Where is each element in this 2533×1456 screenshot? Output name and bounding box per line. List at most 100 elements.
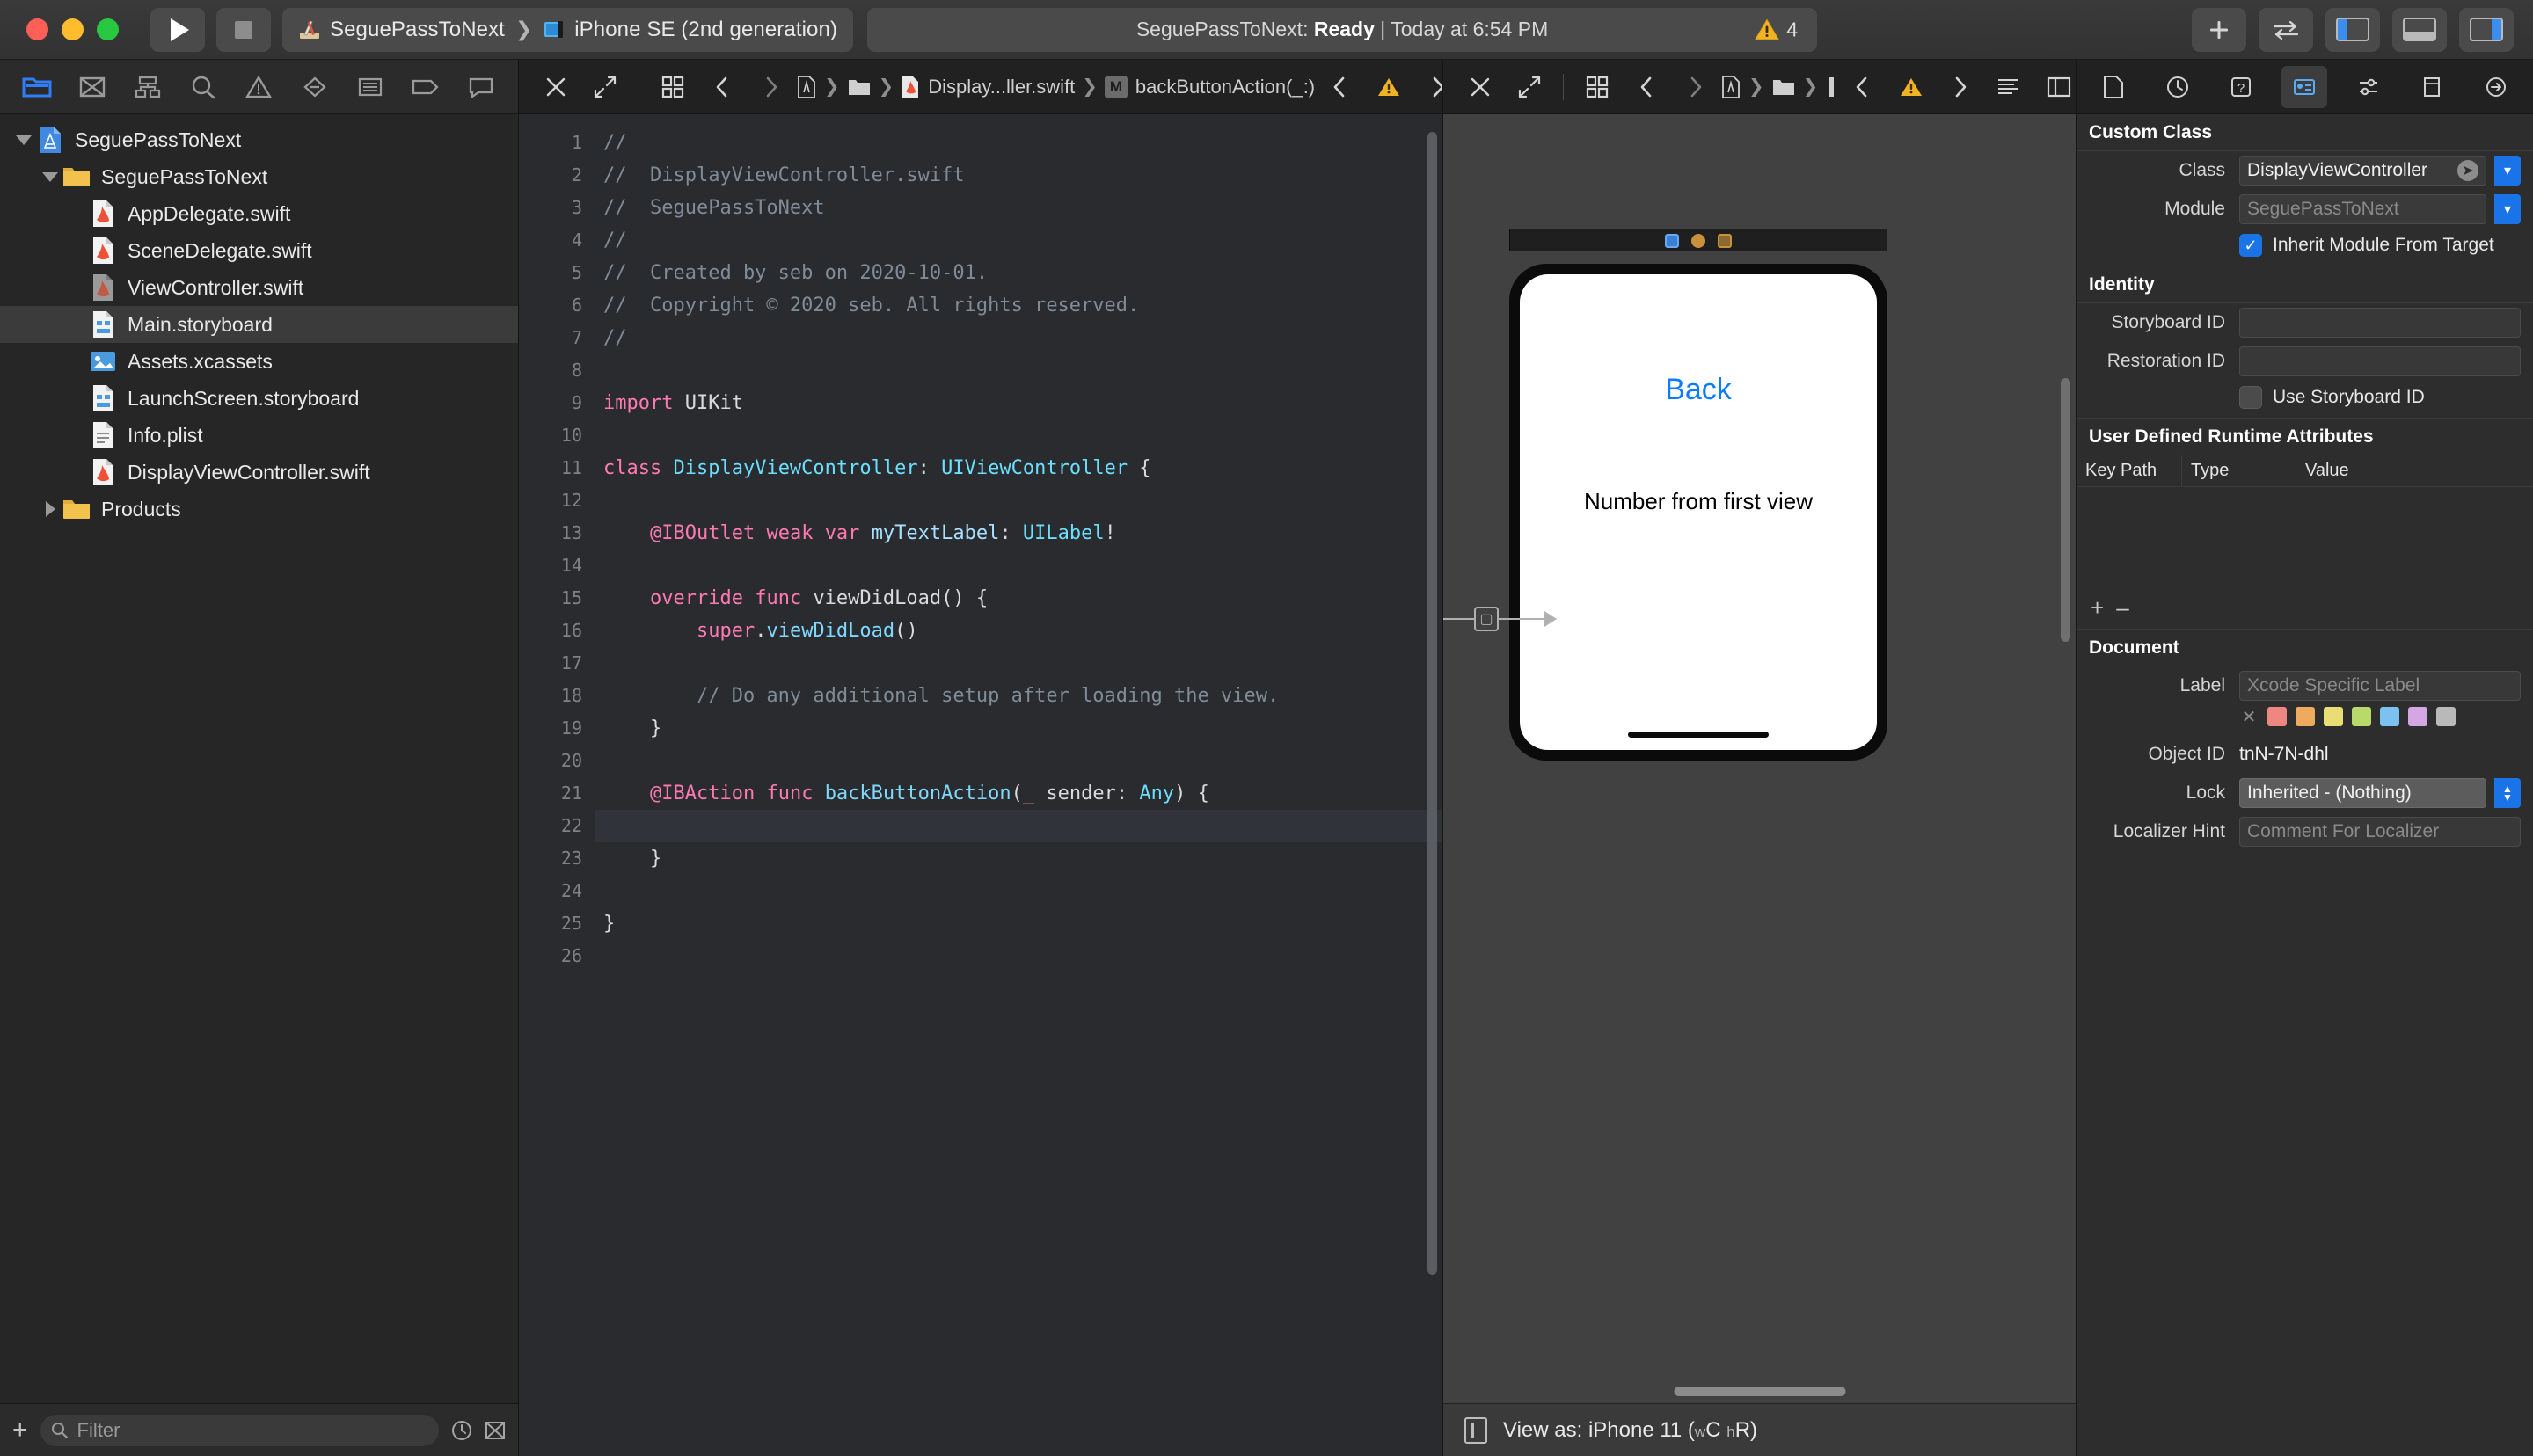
code-line[interactable]: super.viewDidLoad() (595, 615, 1442, 647)
tab-connections-inspector[interactable] (2473, 66, 2519, 108)
localizer-hint-input[interactable]: Comment For Localizer (2239, 817, 2521, 847)
view-as-icon[interactable] (1464, 1416, 1487, 1444)
ib-previous-issue-button[interactable] (1837, 60, 1887, 113)
issue-indicator[interactable] (1364, 60, 1413, 113)
project-navigator-tab[interactable] (9, 60, 64, 114)
line-number[interactable]: 18 (519, 680, 582, 712)
test-navigator-tab[interactable] (287, 60, 342, 114)
line-number[interactable]: 9 (519, 387, 582, 419)
toggle-debug-area-button[interactable] (2392, 7, 2447, 52)
add-file-button[interactable]: + (12, 1416, 28, 1444)
segue-connection[interactable]: ▢ (1443, 607, 1557, 631)
my-text-label[interactable]: Number from first view (1520, 488, 1877, 515)
expand-editor-button[interactable] (580, 60, 630, 113)
symbol-navigator-tab[interactable] (120, 60, 175, 114)
tab-identity-inspector[interactable] (2281, 65, 2328, 108)
storyboard-id-input[interactable] (2239, 308, 2521, 338)
storyboard-canvas[interactable]: Back Number from first view ▢ (1443, 114, 2076, 1403)
ib-breadcrumb-storyboard[interactable] (1825, 76, 1837, 98)
class-dropdown-button[interactable]: ▾ (2494, 156, 2521, 186)
view-as-label[interactable]: View as: iPhone 11 (wC hR) (1503, 1418, 1757, 1443)
code-line[interactable]: // Created by seb on 2020-10-01. (595, 257, 1442, 289)
code-line[interactable] (595, 875, 1442, 907)
ib-forward-button[interactable] (1671, 60, 1720, 113)
navigator-row-10[interactable]: Products (0, 491, 518, 528)
code-line[interactable]: } (595, 907, 1442, 940)
navigator-row-7[interactable]: LaunchScreen.storyboard (0, 380, 518, 417)
close-editor-button[interactable] (531, 60, 580, 113)
report-navigator-tab[interactable] (454, 60, 509, 114)
navigator-row-1[interactable]: SeguePassToNext (0, 158, 518, 195)
lock-stepper-button[interactable]: ▲ ▼ (2494, 778, 2521, 808)
disclosure-triangle-icon[interactable] (39, 171, 62, 182)
line-number[interactable]: 5 (519, 257, 582, 289)
editor-scrollbar-thumb[interactable] (1427, 132, 1437, 1275)
ib-document-outline-button[interactable] (1985, 60, 2034, 113)
code-line[interactable] (595, 354, 1442, 387)
line-number[interactable]: 25 (519, 907, 582, 940)
code-line[interactable] (595, 550, 1442, 582)
clear-color-icon[interactable]: ✕ (2239, 707, 2259, 727)
line-number[interactable]: 17 (519, 647, 582, 680)
line-number[interactable]: 7 (519, 322, 582, 354)
toggle-navigator-button[interactable] (2325, 7, 2380, 52)
ib-issue-indicator[interactable] (1887, 60, 1936, 113)
navigator-row-5[interactable]: Main.storyboard (0, 306, 518, 343)
code-line[interactable] (595, 940, 1442, 972)
swatch-red[interactable] (2267, 707, 2287, 726)
line-number[interactable]: 6 (519, 289, 582, 322)
code-line[interactable]: // (595, 127, 1442, 159)
breadcrumb-project[interactable] (796, 75, 817, 99)
swatch-gray[interactable] (2436, 707, 2456, 726)
code-line[interactable]: @IBAction func backButtonAction(_ sender… (595, 777, 1442, 810)
navigator-row-4[interactable]: ViewController.swift (0, 269, 518, 306)
view-canvas[interactable]: Back Number from first view (1520, 274, 1877, 750)
breakpoint-navigator-tab[interactable] (398, 60, 454, 114)
module-dropdown-button[interactable]: ▾ (2494, 194, 2521, 224)
line-number[interactable]: 23 (519, 842, 582, 875)
toggle-inspector-button[interactable] (2459, 7, 2514, 52)
navigator-row-3[interactable]: SceneDelegate.swift (0, 232, 518, 269)
next-issue-button[interactable] (1413, 60, 1442, 113)
code-line[interactable]: // (595, 322, 1442, 354)
use-storyboard-id-checkbox[interactable] (2239, 386, 2262, 409)
code-line[interactable]: class DisplayViewController: UIViewContr… (595, 452, 1442, 484)
canvas-horizontal-scrollbar[interactable] (1674, 1387, 1845, 1396)
line-number[interactable]: 2 (519, 159, 582, 192)
line-number[interactable]: 19 (519, 712, 582, 745)
remove-attribute-button[interactable]: – (2116, 594, 2128, 622)
label-input[interactable]: Xcode Specific Label (2239, 671, 2521, 701)
code-line[interactable]: override func viewDidLoad() { (595, 582, 1442, 615)
breadcrumb-file[interactable]: Display...ller.swift (901, 76, 1075, 98)
code-line[interactable] (595, 745, 1442, 777)
line-number[interactable]: 8 (519, 354, 582, 387)
exit-dock-icon[interactable] (1718, 233, 1732, 248)
first-responder-dock-icon[interactable] (1691, 233, 1705, 248)
line-number[interactable]: 24 (519, 875, 582, 907)
tab-attributes-inspector[interactable] (2346, 66, 2391, 108)
line-number[interactable]: 26 (519, 940, 582, 972)
code-line[interactable]: // SeguePassToNext (595, 192, 1442, 224)
navigator-row-9[interactable]: DisplayViewController.swift (0, 454, 518, 491)
tab-file-inspector[interactable] (2091, 66, 2136, 108)
editor-forward-button[interactable] (747, 60, 796, 113)
add-editor-button[interactable] (2192, 7, 2246, 52)
code-line[interactable]: import UIKit (595, 387, 1442, 419)
scheme-selector[interactable]: SeguePassToNext ❯ iPhone SE (2nd generat… (282, 7, 854, 52)
code-line[interactable]: // Copyright © 2020 seb. All rights rese… (595, 289, 1442, 322)
previous-issue-button[interactable] (1315, 60, 1364, 113)
swatch-orange[interactable] (2296, 707, 2315, 726)
ib-breadcrumb-folder[interactable] (1771, 76, 1796, 98)
view-controller-scene[interactable]: Back Number from first view ▢ (1443, 229, 1887, 761)
debug-navigator-tab[interactable] (342, 60, 398, 114)
back-button[interactable]: Back (1520, 373, 1877, 407)
status-warning-group[interactable]: 4 (1755, 18, 1798, 41)
close-window-button[interactable] (26, 18, 48, 40)
swatch-green[interactable] (2352, 707, 2371, 726)
stop-button[interactable] (216, 7, 271, 52)
inherit-module-row[interactable]: ✓ Inherit Module From Target (2077, 229, 2533, 266)
canvas-vertical-scrollbar[interactable] (2061, 378, 2070, 642)
source-control-filter-icon[interactable] (485, 1420, 506, 1441)
navigator-row-2[interactable]: AppDelegate.swift (0, 195, 518, 232)
line-number[interactable]: 20 (519, 745, 582, 777)
